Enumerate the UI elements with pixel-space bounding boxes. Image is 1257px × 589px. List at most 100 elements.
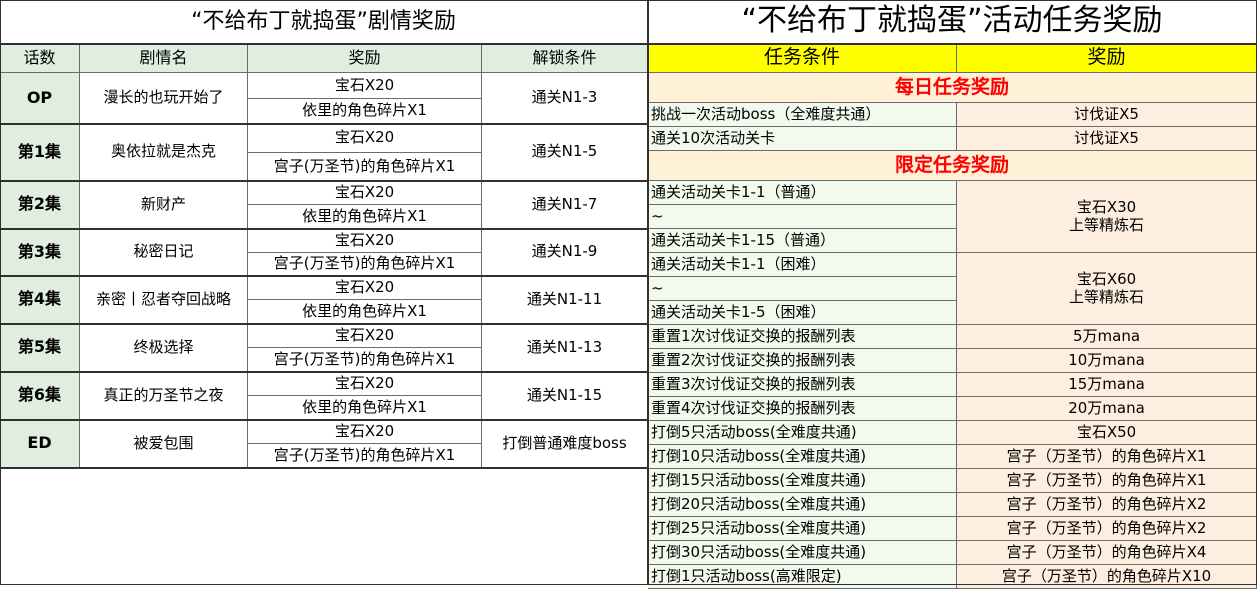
event-header-0: 任务条件 <box>648 44 957 73</box>
limited-reward: 宫子（万圣节）的角色碎片X10 <box>957 565 1257 589</box>
episode-name: 漫长的也玩开始了 <box>80 73 248 124</box>
row-divider <box>0 43 1257 45</box>
episode-unlock-condition: 通关N1-5 <box>482 124 648 181</box>
limited-reward: 10万mana <box>957 349 1257 373</box>
episode-name: 亲密丨忍者夺回战略 <box>80 276 248 324</box>
row-divider <box>0 123 648 125</box>
episode-unlock-condition: 通关N1-15 <box>482 372 648 420</box>
row-divider <box>0 275 648 277</box>
episode-reward-shard: 宫子(万圣节)的角色碎片X1 <box>248 253 482 276</box>
episode-name: 秘密日记 <box>80 229 248 276</box>
limited-task: 重置2次讨伐证交换的报酬列表 <box>648 349 957 373</box>
event-header-1: 奖励 <box>957 44 1257 73</box>
daily-task: 通关10次活动关卡 <box>648 127 957 151</box>
limited-reward: 宫子（万圣节）的角色碎片X2 <box>957 493 1257 517</box>
limited-section-label: 限定任务奖励 <box>648 151 1257 181</box>
limited-reward: 宝石X50 <box>957 421 1257 445</box>
episode-unlock-condition: 通关N1-11 <box>482 276 648 324</box>
limited-task: 打倒30只活动boss(全难度共通) <box>648 541 957 565</box>
episode-number: 第1集 <box>0 124 80 181</box>
episode-name: 奥依拉就是杰克 <box>80 124 248 181</box>
limited-reward: 20万mana <box>957 397 1257 421</box>
limited-reward: 宫子（万圣节）的角色碎片X1 <box>957 445 1257 469</box>
story-header-3: 解锁条件 <box>482 44 648 73</box>
episode-unlock-condition: 通关N1-3 <box>482 73 648 124</box>
episode-name: 被爱包围 <box>80 420 248 468</box>
limited-task: 打倒10只活动boss(全难度共通) <box>648 445 957 469</box>
story-header-0: 话数 <box>0 44 80 73</box>
episode-reward-gems: 宝石X20 <box>248 420 482 444</box>
episode-number: OP <box>0 73 80 124</box>
episode-reward-shard: 依里的角色碎片X1 <box>248 205 482 229</box>
episode-reward-gems: 宝石X20 <box>248 124 482 153</box>
daily-task: 挑战一次活动boss（全难度共通） <box>648 103 957 127</box>
limited-reward: 5万mana <box>957 325 1257 349</box>
event-rewards-title: “不给布丁就捣蛋”活动任务奖励 <box>648 0 1257 44</box>
daily-reward: 讨伐证X5 <box>957 127 1257 151</box>
episode-unlock-condition: 通关N1-13 <box>482 324 648 372</box>
limited-task: 重置4次讨伐证交换的报酬列表 <box>648 397 957 421</box>
limited-group-reward-line: 上等精炼石 <box>1068 287 1144 306</box>
episode-name: 终极选择 <box>80 324 248 372</box>
limited-group-reward-line: 宝石X60 <box>1076 270 1137 289</box>
reward-sheet: “不给布丁就捣蛋”剧情奖励 话数 剧情名 奖励 解锁条件 OP 漫长的也玩开始了 宝石X20 依… <box>0 0 1257 589</box>
episode-reward-shard: 宫子(万圣节)的角色碎片X1 <box>248 348 482 372</box>
row-divider <box>0 419 648 421</box>
limited-task: ~ <box>648 277 957 301</box>
limited-task: 重置1次讨伐证交换的报酬列表 <box>648 325 957 349</box>
episode-number: 第5集 <box>0 324 80 372</box>
limited-reward: 宫子（万圣节）的角色碎片X4 <box>957 541 1257 565</box>
limited-task: 通关活动关卡1-1（普通） <box>648 181 957 205</box>
episode-reward-shard: 宫子(万圣节)的角色碎片X1 <box>248 153 482 181</box>
episode-reward-gems: 宝石X20 <box>248 73 482 99</box>
episode-number: 第3集 <box>0 229 80 276</box>
spreadsheet-grid: “不给布丁就捣蛋”剧情奖励 话数 剧情名 奖励 解锁条件 OP 漫长的也玩开始了 宝石X20 依… <box>0 0 1257 589</box>
episode-reward-gems: 宝石X20 <box>248 276 482 300</box>
story-header-2: 奖励 <box>248 44 482 73</box>
column-divider <box>647 0 649 585</box>
limited-task: 重置3次讨伐证交换的报酬列表 <box>648 373 957 397</box>
episode-name: 新财产 <box>80 181 248 229</box>
row-divider <box>0 323 648 325</box>
episode-unlock-condition: 通关N1-7 <box>482 181 648 229</box>
limited-task: 打倒20只活动boss(全难度共通) <box>648 493 957 517</box>
episode-number: ED <box>0 420 80 468</box>
episode-unlock-condition: 通关N1-9 <box>482 229 648 276</box>
story-rewards-title: “不给布丁就捣蛋”剧情奖励 <box>0 0 648 44</box>
row-divider <box>0 467 648 469</box>
episode-name: 真正的万圣节之夜 <box>80 372 248 420</box>
episode-reward-shard: 依里的角色碎片X1 <box>248 396 482 420</box>
episode-reward-gems: 宝石X20 <box>248 372 482 396</box>
episode-unlock-condition: 打倒普通难度boss <box>482 420 648 468</box>
daily-reward: 讨伐证X5 <box>957 103 1257 127</box>
limited-reward: 宫子（万圣节）的角色碎片X1 <box>957 469 1257 493</box>
episode-number: 第2集 <box>0 181 80 229</box>
limited-group-reward: 宝石X60 上等精炼石 <box>957 253 1257 325</box>
limited-reward: 15万mana <box>957 373 1257 397</box>
episode-reward-gems: 宝石X20 <box>248 324 482 348</box>
limited-task: 打倒15只活动boss(全难度共通) <box>648 469 957 493</box>
episode-reward-shard: 依里的角色碎片X1 <box>248 99 482 124</box>
episode-reward-gems: 宝石X20 <box>248 181 482 205</box>
limited-reward: 宫子（万圣节）的角色碎片X2 <box>957 517 1257 541</box>
daily-section-label: 每日任务奖励 <box>648 73 1257 103</box>
episode-reward-shard: 宫子(万圣节)的角色碎片X1 <box>248 444 482 468</box>
episode-number: 第4集 <box>0 276 80 324</box>
row-divider <box>0 371 648 373</box>
episode-reward-shard: 依里的角色碎片X1 <box>248 300 482 324</box>
row-divider <box>0 180 648 182</box>
limited-group-reward-line: 宝石X30 <box>1076 198 1137 217</box>
limited-task: 通关活动关卡1-5（困难） <box>648 301 957 325</box>
limited-task: ~ <box>648 205 957 229</box>
limited-task: 打倒5只活动boss(全难度共通) <box>648 421 957 445</box>
limited-task: 通关活动关卡1-15（普通） <box>648 229 957 253</box>
limited-task: 通关活动关卡1-1（困难） <box>648 253 957 277</box>
episode-reward-gems: 宝石X20 <box>248 229 482 253</box>
story-header-1: 剧情名 <box>80 44 248 73</box>
episode-number: 第6集 <box>0 372 80 420</box>
limited-group-reward: 宝石X30 上等精炼石 <box>957 181 1257 253</box>
limited-group-reward-line: 上等精炼石 <box>1068 215 1144 234</box>
limited-task: 打倒1只活动boss(高难限定) <box>648 565 957 589</box>
limited-task: 打倒25只活动boss(全难度共通) <box>648 517 957 541</box>
row-divider <box>0 228 648 230</box>
